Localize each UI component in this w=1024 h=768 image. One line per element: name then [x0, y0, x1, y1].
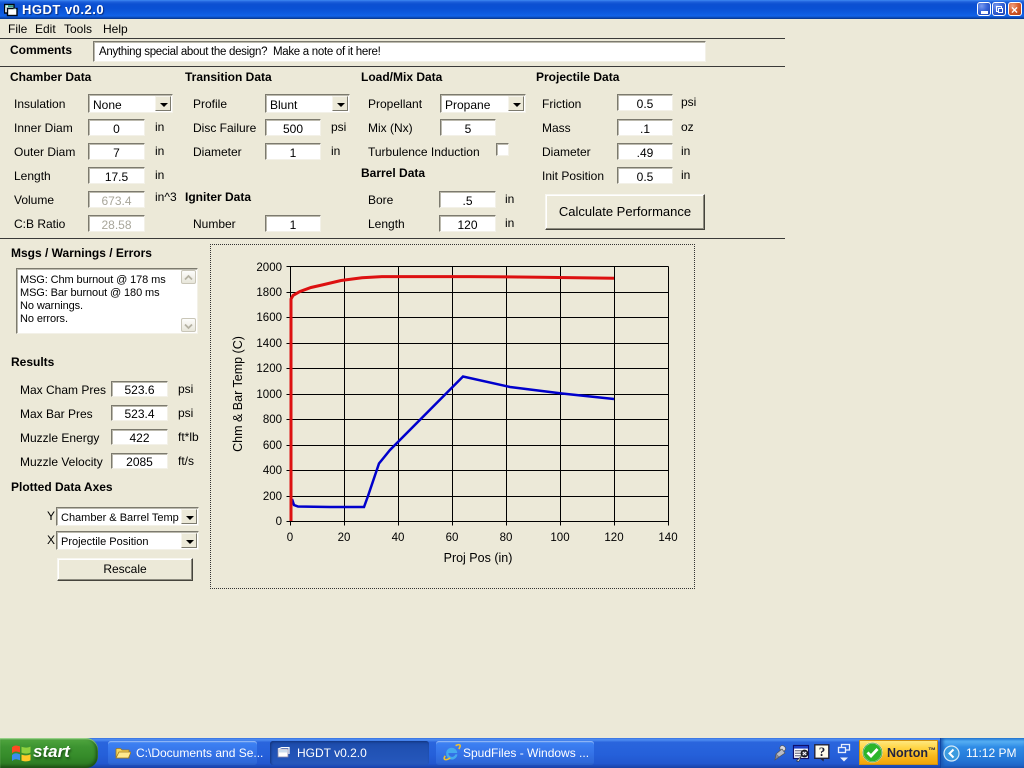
svg-text:60: 60 [446, 532, 459, 544]
svg-text:200: 200 [263, 491, 282, 503]
svg-text:0: 0 [287, 532, 293, 544]
svg-text:400: 400 [263, 465, 282, 477]
svg-text:100: 100 [550, 532, 569, 544]
svg-text:1600: 1600 [256, 312, 282, 324]
svg-text:1200: 1200 [256, 363, 282, 375]
svg-text:0: 0 [276, 516, 282, 528]
svg-text:140: 140 [658, 532, 677, 544]
svg-text:600: 600 [263, 440, 282, 452]
svg-text:800: 800 [263, 414, 282, 426]
svg-text:80: 80 [500, 532, 513, 544]
svg-text:20: 20 [338, 532, 351, 544]
svg-text:40: 40 [392, 532, 405, 544]
svg-text:Proj Pos (in): Proj Pos (in) [444, 551, 513, 565]
svg-text:1000: 1000 [256, 389, 282, 401]
svg-text:1400: 1400 [256, 338, 282, 350]
svg-text:120: 120 [604, 532, 623, 544]
svg-text:Chm & Bar Temp (C): Chm & Bar Temp (C) [231, 336, 245, 452]
svg-text:1800: 1800 [256, 287, 282, 299]
svg-text:2000: 2000 [256, 262, 282, 274]
svg-text:?: ? [819, 744, 826, 759]
